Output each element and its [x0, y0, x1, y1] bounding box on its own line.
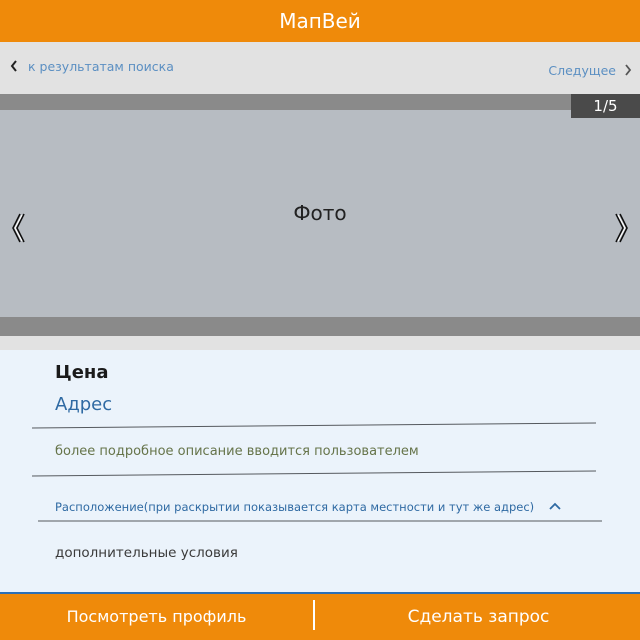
next-listing-link[interactable]: Следущее: [548, 60, 632, 80]
back-link-label: к результатам поиска: [28, 58, 174, 74]
view-profile-button[interactable]: Посмотреть профиль: [0, 594, 313, 640]
navigation-bar: к результатам поиска Следущее: [0, 42, 640, 94]
location-expander[interactable]: Расположение(при раскрытии показывается …: [55, 500, 565, 518]
photo-label: Фото: [293, 201, 347, 225]
divider-line: [32, 422, 597, 429]
next-photo-arrow-icon[interactable]: [614, 210, 632, 246]
listing-address: Адрес: [55, 394, 113, 415]
make-request-button[interactable]: Сделать запрос: [317, 594, 640, 640]
action-bar: Посмотреть профиль Сделать запрос: [0, 592, 640, 640]
listing-description: более подробное описание вводится пользо…: [55, 444, 419, 459]
divider-line: [38, 520, 602, 522]
chevron-up-icon[interactable]: [549, 502, 561, 510]
chevron-right-icon: [625, 64, 632, 76]
prev-photo-arrow-icon[interactable]: [8, 210, 26, 246]
photo-gallery: Фото 1/5: [0, 94, 640, 336]
listing-price: Цена: [55, 362, 109, 383]
app-title: МапВей: [0, 0, 640, 42]
listing-details: Цена Адрес более подробное описание ввод…: [0, 350, 640, 592]
photo-counter: 1/5: [571, 94, 640, 118]
chevron-left-icon: [10, 60, 17, 72]
gallery-divider-strip: [0, 336, 640, 350]
divider-line: [32, 470, 597, 477]
next-link-label: Следущее: [548, 62, 616, 78]
extra-terms: дополнительные условия: [55, 545, 238, 561]
back-to-results-link[interactable]: к результатам поиска: [10, 56, 174, 76]
button-divider: [313, 600, 315, 630]
photo-placeholder: Фото: [0, 110, 640, 317]
